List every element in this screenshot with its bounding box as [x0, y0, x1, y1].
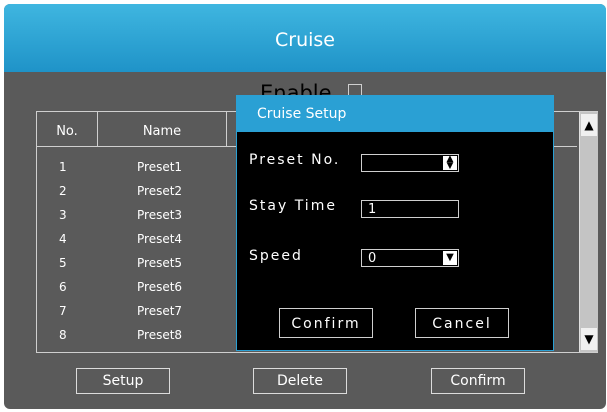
- table-row[interactable]: 2 Preset2: [37, 184, 237, 204]
- row-no: 5: [59, 256, 67, 270]
- cruise-window: Cruise Enable No. Name ne 1 Preset1 2 Pr…: [4, 4, 606, 409]
- window-title: Cruise: [4, 4, 606, 72]
- row-no: 6: [59, 280, 67, 294]
- dialog-cancel-button[interactable]: Cancel: [415, 308, 509, 338]
- row-name: Preset8: [137, 328, 183, 342]
- scroll-down-icon[interactable]: ▼: [581, 328, 597, 350]
- stepper-arrows-icon[interactable]: ▲ ▼: [443, 155, 457, 171]
- row-name: Preset3: [137, 208, 183, 222]
- row-name: Preset2: [137, 184, 183, 198]
- row-name: Preset4: [137, 232, 183, 246]
- preset-no-stepper[interactable]: ▲ ▼: [361, 154, 459, 172]
- speed-label: Speed: [249, 248, 303, 264]
- row-no: 4: [59, 232, 67, 246]
- delete-button[interactable]: Delete: [253, 368, 347, 394]
- row-no: 1: [59, 160, 67, 174]
- setup-button[interactable]: Setup: [76, 368, 170, 394]
- row-name: Preset5: [137, 256, 183, 270]
- row-no: 8: [59, 328, 67, 342]
- table-row[interactable]: 6 Preset6: [37, 280, 237, 300]
- column-header-name: Name: [98, 112, 227, 146]
- row-name: Preset7: [137, 304, 183, 318]
- stay-time-field[interactable]: 1: [361, 200, 459, 218]
- stay-time-label: Stay Time: [249, 198, 337, 214]
- dialog-title: Cruise Setup: [237, 96, 553, 132]
- speed-select[interactable]: 0 ▼: [361, 249, 459, 267]
- table-row[interactable]: 3 Preset3: [37, 208, 237, 228]
- row-name: Preset6: [137, 280, 183, 294]
- chevron-down-icon[interactable]: ▼: [443, 251, 457, 265]
- table-row[interactable]: 1 Preset1: [37, 160, 237, 180]
- table-row[interactable]: 4 Preset4: [37, 232, 237, 252]
- row-name: Preset1: [137, 160, 183, 174]
- confirm-button[interactable]: Confirm: [431, 368, 525, 394]
- scroll-up-icon[interactable]: ▲: [581, 114, 597, 136]
- table-row[interactable]: 5 Preset5: [37, 256, 237, 276]
- table-scrollbar[interactable]: ▲ ▼: [579, 112, 598, 352]
- table-row[interactable]: 7 Preset7: [37, 304, 237, 324]
- speed-value: 0: [368, 251, 377, 266]
- row-no: 2: [59, 184, 67, 198]
- cruise-setup-dialog: Cruise Setup Preset No. ▲ ▼ Stay Time 1 S…: [236, 95, 554, 351]
- column-header-no: No.: [37, 112, 98, 146]
- dialog-confirm-button[interactable]: Confirm: [279, 308, 373, 338]
- row-no: 3: [59, 208, 67, 222]
- table-row[interactable]: 8 Preset8: [37, 328, 237, 348]
- preset-no-label: Preset No.: [249, 152, 341, 168]
- stay-time-value: 1: [368, 202, 377, 217]
- row-no: 7: [59, 304, 67, 318]
